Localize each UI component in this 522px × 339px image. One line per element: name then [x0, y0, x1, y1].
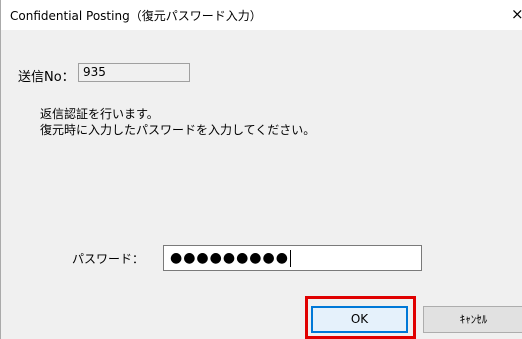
password-input[interactable]: ●●●●●●●●● — [163, 245, 422, 271]
password-dialog: Confidential Posting（復元パスワード入力） × 送信No： … — [0, 0, 522, 339]
instruction-line-2: 復元時に入力したパスワードを入力してください。 — [40, 123, 316, 137]
text-caret — [289, 249, 291, 267]
window-title: Confidential Posting（復元パスワード入力） — [10, 9, 262, 23]
instruction-line-1: 返信認証を行います。 — [40, 107, 159, 121]
title-bar[interactable]: Confidential Posting（復元パスワード入力） × — [1, 0, 522, 30]
password-label: パスワード： — [72, 252, 145, 266]
password-masked-value: ●●●●●●●●● — [170, 250, 289, 266]
close-icon[interactable]: × — [511, 4, 522, 24]
cancel-button[interactable]: ｷｬﾝｾﾙ — [423, 306, 522, 333]
ok-button[interactable]: OK — [311, 306, 408, 333]
send-no-field: 935 — [78, 63, 190, 82]
send-no-label: 送信No： — [18, 70, 75, 85]
